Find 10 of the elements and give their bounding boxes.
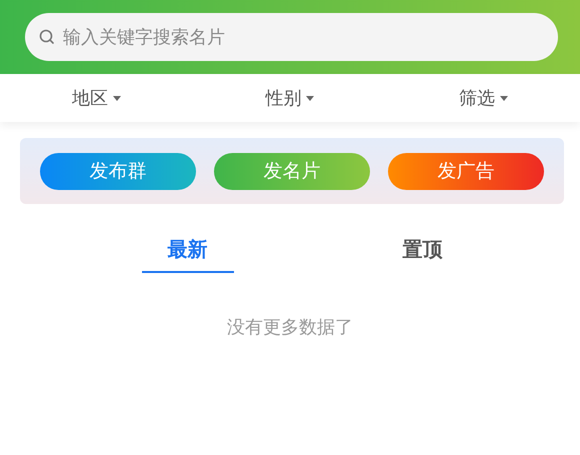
filter-dropdown[interactable]: 性别	[193, 74, 387, 122]
caret-icon	[500, 96, 508, 100]
search-field[interactable]: 输入关键字搜索名片	[25, 13, 558, 61]
filter-dropdown[interactable]: 筛选	[386, 74, 580, 122]
filter-dropdown[interactable]: 地区	[0, 74, 194, 122]
empty-message: 没有更多数据了	[226, 316, 354, 339]
tab[interactable]: 置顶	[376, 230, 468, 273]
caret-icon	[306, 96, 314, 100]
tab[interactable]: 最新	[142, 230, 234, 273]
caret-icon	[113, 96, 122, 100]
